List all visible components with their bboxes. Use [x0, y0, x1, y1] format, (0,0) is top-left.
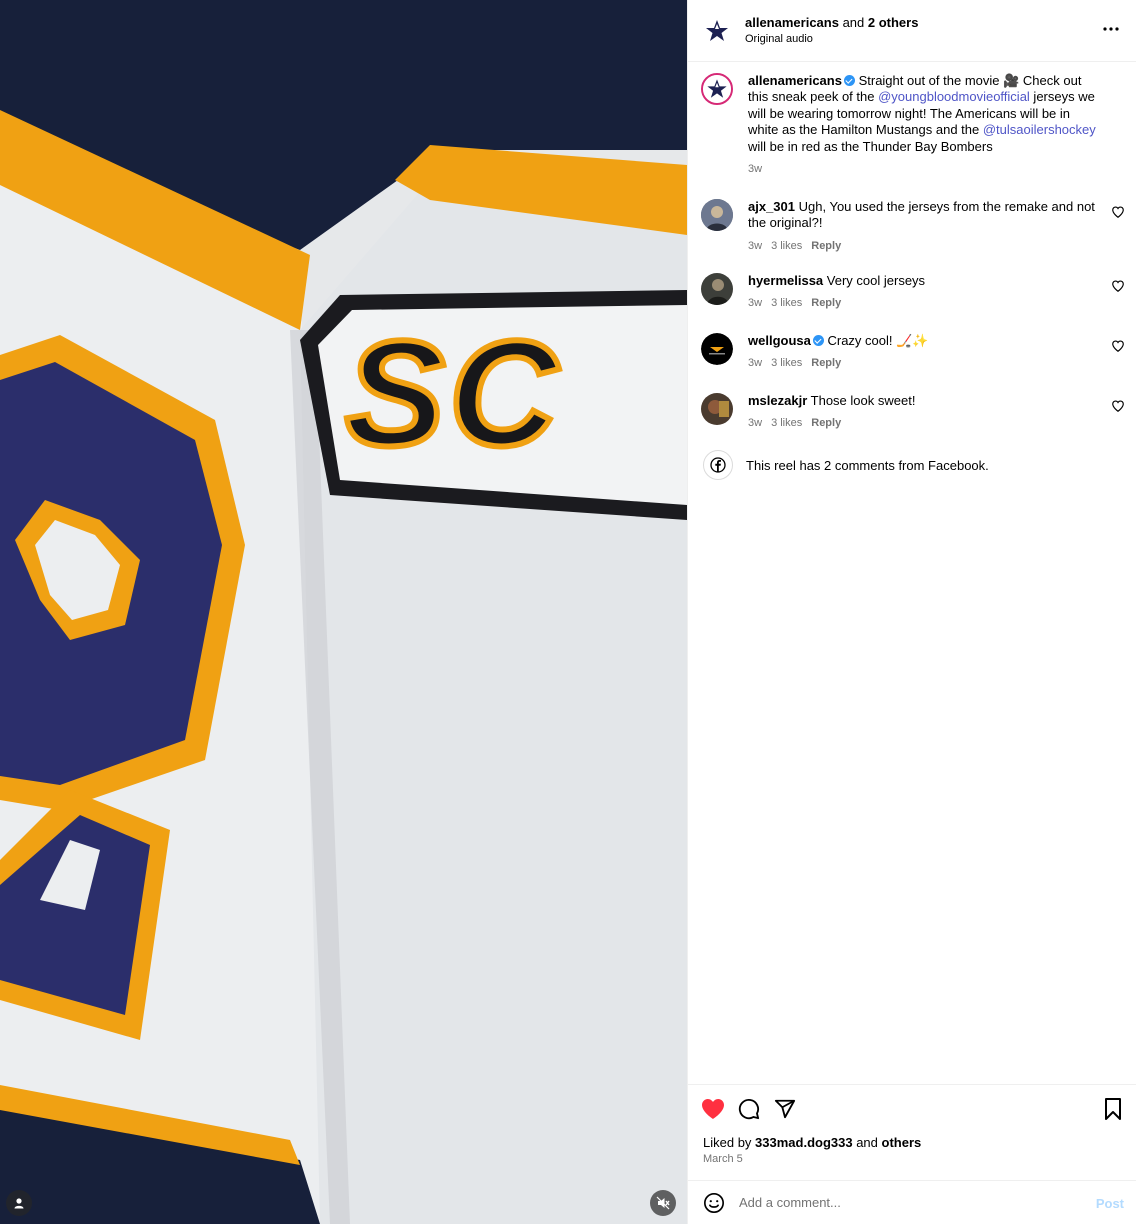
avatar[interactable]: [701, 273, 733, 305]
save-button[interactable]: [1101, 1097, 1125, 1121]
mention-link[interactable]: @tulsaoilershockey: [983, 122, 1096, 137]
allen-americans-logo-icon: [703, 75, 731, 103]
avatar[interactable]: [701, 199, 733, 231]
liked-by-prefix: Liked by: [703, 1135, 756, 1150]
comment-button[interactable]: [737, 1097, 761, 1121]
comment-bubble-icon: [738, 1099, 760, 1120]
reply-button[interactable]: Reply: [811, 415, 841, 431]
comment-composer: Post: [688, 1180, 1136, 1224]
caption: allenamericans Straight out of the movie…: [701, 73, 1131, 177]
share-button[interactable]: [773, 1097, 797, 1121]
comment-text: Ugh, You used the jerseys from the remak…: [748, 199, 1095, 231]
comment-username[interactable]: hyermelissa: [748, 273, 823, 288]
user-avatar-icon: [701, 199, 733, 231]
emoji-icon[interactable]: [703, 1192, 725, 1214]
reel-video[interactable]: SC: [0, 0, 687, 1224]
more-horizontal-icon: [1103, 27, 1119, 31]
tagged-users-button[interactable]: [6, 1190, 32, 1216]
comment: wellgousa Crazy cool! 🏒✨ 3w 3 likes Repl…: [701, 333, 1131, 372]
post-date[interactable]: March 5: [703, 1153, 743, 1165]
comment-input[interactable]: [739, 1195, 1079, 1210]
speaker-muted-icon: [656, 1196, 670, 1210]
jersey-photo: SC: [0, 0, 687, 1224]
allen-americans-logo-icon: [701, 14, 733, 47]
jersey-lettering: SC: [345, 309, 561, 477]
verified-badge-icon: [843, 75, 855, 86]
comment-likes[interactable]: 3 likes: [771, 355, 802, 371]
comment-text: Those look sweet!: [810, 393, 916, 408]
user-avatar-icon: [701, 393, 733, 425]
facebook-comments-text: This reel has 2 comments from Facebook.: [746, 457, 989, 473]
comment-likes[interactable]: 3 likes: [771, 238, 802, 254]
post-header: allenamericans and 2 others Original aud…: [688, 0, 1136, 62]
caption-username[interactable]: allenamericans: [748, 73, 842, 88]
reply-button[interactable]: Reply: [811, 238, 841, 254]
original-audio-link[interactable]: Original audio: [745, 31, 918, 47]
liked-by-others-link[interactable]: others: [882, 1135, 922, 1150]
avatar[interactable]: [701, 393, 733, 425]
heart-outline-icon[interactable]: [1111, 205, 1125, 219]
avatar[interactable]: [701, 333, 733, 365]
heart-outline-icon[interactable]: [1111, 399, 1125, 413]
comment-likes[interactable]: 3 likes: [771, 295, 802, 311]
header-joiner: and: [838, 14, 868, 30]
paper-plane-icon: [774, 1099, 796, 1119]
mute-button[interactable]: [650, 1190, 676, 1216]
verified-badge-icon: [812, 335, 824, 346]
heart-filled-icon: [702, 1099, 724, 1119]
user-icon: [14, 1198, 24, 1209]
comment: ajx_301 Ugh, You used the jerseys from t…: [701, 199, 1131, 254]
user-avatar-icon: [701, 273, 733, 305]
facebook-comments-note[interactable]: This reel has 2 comments from Facebook.: [703, 450, 989, 480]
post-actions: Liked by 333mad.dog333 and others March …: [688, 1084, 1136, 1180]
comments-list[interactable]: allenamericans Straight out of the movie…: [688, 63, 1136, 1084]
comment-text: Crazy cool! 🏒✨: [827, 333, 929, 348]
comment-text: Very cool jerseys: [826, 273, 926, 288]
post-button[interactable]: Post: [1096, 1196, 1124, 1211]
comment-username[interactable]: ajx_301: [748, 199, 795, 214]
heart-outline-icon[interactable]: [1111, 339, 1125, 353]
facebook-icon: [703, 450, 733, 480]
liked-by-joiner: and: [852, 1135, 882, 1150]
bookmark-icon: [1105, 1098, 1121, 1120]
liked-by-user-link[interactable]: 333mad.dog333: [755, 1135, 853, 1150]
avatar[interactable]: [701, 14, 733, 47]
mention-link[interactable]: @youngbloodmovieofficial: [878, 89, 1030, 104]
more-options-button[interactable]: [1099, 19, 1123, 39]
wellgo-logo-icon: [701, 333, 733, 365]
post-panel: allenamericans and 2 others Original aud…: [687, 0, 1136, 1224]
comment-username[interactable]: mslezakjr: [748, 393, 807, 408]
comment-time[interactable]: 3w: [748, 238, 762, 254]
header-others-link[interactable]: 2 others: [868, 15, 919, 30]
comment: hyermelissa Very cool jerseys 3w 3 likes…: [701, 273, 1131, 312]
comment-likes[interactable]: 3 likes: [771, 415, 802, 431]
liked-by: Liked by 333mad.dog333 and others: [703, 1135, 921, 1150]
comment: mslezakjr Those look sweet! 3w 3 likes R…: [701, 393, 1131, 432]
comment-time[interactable]: 3w: [748, 295, 762, 311]
heart-outline-icon[interactable]: [1111, 279, 1125, 293]
like-button[interactable]: [701, 1097, 725, 1121]
comment-time[interactable]: 3w: [748, 355, 762, 371]
reply-button[interactable]: Reply: [811, 355, 841, 371]
header-author-link[interactable]: allenamericans: [745, 15, 839, 30]
caption-text: will be in red as the Thunder Bay Bomber…: [748, 138, 993, 154]
comment-time[interactable]: 3w: [748, 415, 762, 431]
avatar[interactable]: [701, 73, 733, 105]
comment-username[interactable]: wellgousa: [748, 333, 811, 348]
caption-time[interactable]: 3w: [748, 161, 762, 177]
reply-button[interactable]: Reply: [811, 295, 841, 311]
